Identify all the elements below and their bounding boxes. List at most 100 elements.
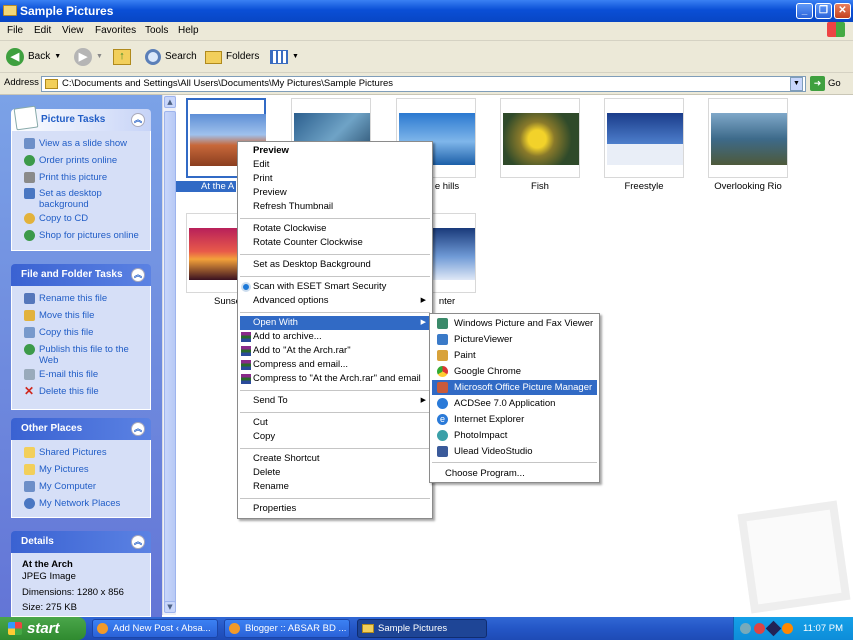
collapse-chevron-icon[interactable]: ︽ — [131, 268, 145, 282]
search-button[interactable]: Search — [145, 47, 197, 67]
views-button[interactable]: ▼ — [270, 47, 299, 67]
print-picture-link[interactable]: Print this picture — [24, 172, 149, 183]
caption-at-the-arch[interactable]: At the A — [176, 181, 236, 192]
details-header[interactable]: Details ︽ — [11, 531, 151, 553]
publish-web-link[interactable]: Publish this file to the Web — [24, 344, 149, 366]
picture-tasks-header[interactable]: Picture Tasks ︽ — [11, 105, 151, 131]
collapse-chevron-icon[interactable]: ︽ — [131, 422, 145, 436]
menu-item-compress-email[interactable]: Compress and email... — [240, 358, 430, 372]
caption-fish[interactable]: Fish — [485, 181, 595, 192]
go-button[interactable]: ➜ Go — [810, 76, 841, 91]
my-computer-link[interactable]: My Computer — [24, 481, 149, 492]
open-with-acdsee[interactable]: ACDSee 7.0 Application — [432, 396, 597, 411]
caption-sunset[interactable]: Sunse — [186, 296, 241, 307]
open-with-google-chrome[interactable]: Google Chrome — [432, 364, 597, 379]
open-with-ulead-videostudio[interactable]: Ulead VideoStudio — [432, 444, 597, 459]
menu-item-copy[interactable]: Copy — [240, 430, 430, 444]
delete-file-link[interactable]: ✕ Delete this file — [24, 385, 149, 397]
menu-item-add-to-archive[interactable]: Add to archive... — [240, 330, 430, 344]
menu-item-rotate-clockwise[interactable]: Rotate Clockwise — [240, 222, 430, 236]
menu-item-rename[interactable]: Rename — [240, 480, 430, 494]
menu-item-properties[interactable]: Properties — [240, 502, 430, 516]
restore-button[interactable]: ❐ — [815, 3, 832, 19]
start-button[interactable]: start — [0, 617, 86, 640]
menu-item-advanced-options[interactable]: Advanced options ▶ — [240, 294, 430, 308]
menu-item-scan-eset[interactable]: Scan with ESET Smart Security — [240, 280, 430, 294]
menu-item-delete[interactable]: Delete — [240, 466, 430, 480]
address-input[interactable]: C:\Documents and Settings\All Users\Docu… — [41, 76, 806, 92]
taskbar-button-blogger[interactable]: Blogger :: ABSAR BD ... — [224, 619, 350, 638]
scroll-up-button[interactable]: ▲ — [164, 96, 176, 108]
set-desktop-background-link[interactable]: Set as desktop background — [24, 188, 149, 210]
menu-item-create-shortcut[interactable]: Create Shortcut — [240, 452, 430, 466]
thumbnail-freestyle[interactable] — [604, 98, 684, 178]
view-slideshow-link[interactable]: View as a slide show — [24, 138, 149, 149]
open-with-pictureviewer[interactable]: PictureViewer — [432, 332, 597, 347]
minimize-button[interactable]: _ — [796, 3, 813, 19]
file-folder-tasks-header[interactable]: File and Folder Tasks ︽ — [11, 264, 151, 286]
up-button[interactable]: ↑ — [113, 47, 131, 67]
back-button[interactable]: ◀ Back ▼ — [6, 47, 61, 67]
menu-item-preview[interactable]: Preview — [240, 186, 430, 200]
email-file-link[interactable]: E-mail this file — [24, 369, 149, 380]
update-tray-icon[interactable] — [765, 620, 782, 637]
menu-item-add-to-rar[interactable]: Add to "At the Arch.rar" — [240, 344, 430, 358]
shop-pictures-link[interactable]: Shop for pictures online — [24, 230, 149, 241]
menu-item-send-to[interactable]: Send To ▶ — [240, 394, 430, 408]
menu-file[interactable]: File — [7, 22, 23, 40]
scroll-down-button[interactable]: ▼ — [164, 601, 176, 613]
open-with-choose-program[interactable]: Choose Program... — [432, 466, 597, 481]
menu-edit[interactable]: Edit — [34, 22, 51, 40]
taskbar-button-add-new-post[interactable]: Add New Post ‹ Absa... — [92, 619, 218, 638]
collapse-chevron-icon[interactable]: ︽ — [131, 113, 145, 127]
my-pictures-link[interactable]: My Pictures — [24, 464, 149, 475]
scroll-thumb[interactable] — [164, 111, 176, 608]
thumbnail-overlooking-rio[interactable] — [708, 98, 788, 178]
taskbar-button-sample-pictures[interactable]: Sample Pictures — [357, 619, 487, 638]
menu-item-preview-default[interactable]: Preview — [240, 144, 430, 158]
address-dropdown-button[interactable]: ▼ — [790, 77, 803, 91]
close-button[interactable]: ✕ — [834, 3, 851, 19]
caption-freestyle[interactable]: Freestyle — [589, 181, 699, 192]
vertical-scrollbar[interactable]: ▲ ▼ — [162, 95, 176, 615]
network-tray-icon[interactable] — [740, 623, 751, 634]
thumbnail-fish[interactable] — [500, 98, 580, 178]
open-with-windows-picture-viewer[interactable]: Windows Picture and Fax Viewer — [432, 316, 597, 331]
menu-item-print[interactable]: Print — [240, 172, 430, 186]
open-with-internet-explorer[interactable]: e Internet Explorer — [432, 412, 597, 427]
winrar-icon — [241, 332, 251, 342]
forward-button[interactable]: ▶ ▼ — [74, 47, 103, 67]
menu-item-cut[interactable]: Cut — [240, 416, 430, 430]
open-with-office-picture-manager[interactable]: Microsoft Office Picture Manager — [432, 380, 597, 395]
menu-view[interactable]: View — [62, 22, 84, 40]
move-file-link[interactable]: Move this file — [24, 310, 149, 321]
details-filetype: JPEG Image — [22, 571, 76, 582]
menu-item-edit[interactable]: Edit — [240, 158, 430, 172]
menu-item-set-desktop-background[interactable]: Set as Desktop Background — [240, 258, 430, 272]
security-tray-icon[interactable] — [754, 623, 765, 634]
menu-tools[interactable]: Tools — [145, 22, 168, 40]
copy-file-link[interactable]: Copy this file — [24, 327, 149, 338]
menu-item-rotate-counter-clockwise[interactable]: Rotate Counter Clockwise — [240, 236, 430, 250]
menu-favorites[interactable]: Favorites — [95, 22, 136, 40]
open-with-photoimpact[interactable]: PhotoImpact — [432, 428, 597, 443]
caption-overlooking-rio[interactable]: Overlooking Rio — [693, 181, 803, 192]
copy-to-cd-link[interactable]: Copy to CD — [24, 213, 149, 224]
alert-tray-icon[interactable] — [782, 623, 793, 634]
forward-arrow-icon: ▶ — [74, 48, 92, 66]
shared-pictures-link[interactable]: Shared Pictures — [24, 447, 149, 458]
rename-file-link[interactable]: Rename this file — [24, 293, 149, 304]
menu-item-open-with[interactable]: Open With ▶ — [240, 316, 430, 330]
menu-item-refresh-thumbnail[interactable]: Refresh Thumbnail — [240, 200, 430, 214]
collapse-chevron-icon[interactable]: ︽ — [131, 535, 145, 549]
open-with-paint[interactable]: Paint — [432, 348, 597, 363]
caption-hills[interactable]: e hills — [432, 181, 462, 192]
menu-help[interactable]: Help — [178, 22, 199, 40]
my-network-places-link[interactable]: My Network Places — [24, 498, 149, 509]
other-places-header[interactable]: Other Places ︽ — [11, 418, 151, 440]
caption-winter[interactable]: nter — [432, 296, 462, 307]
folders-button[interactable]: Folders — [205, 47, 259, 67]
title-bar[interactable]: Sample Pictures _ ❐ ✕ — [0, 0, 853, 22]
menu-item-compress-rar-email[interactable]: Compress to "At the Arch.rar" and email — [240, 372, 430, 386]
order-prints-link[interactable]: Order prints online — [24, 155, 149, 166]
